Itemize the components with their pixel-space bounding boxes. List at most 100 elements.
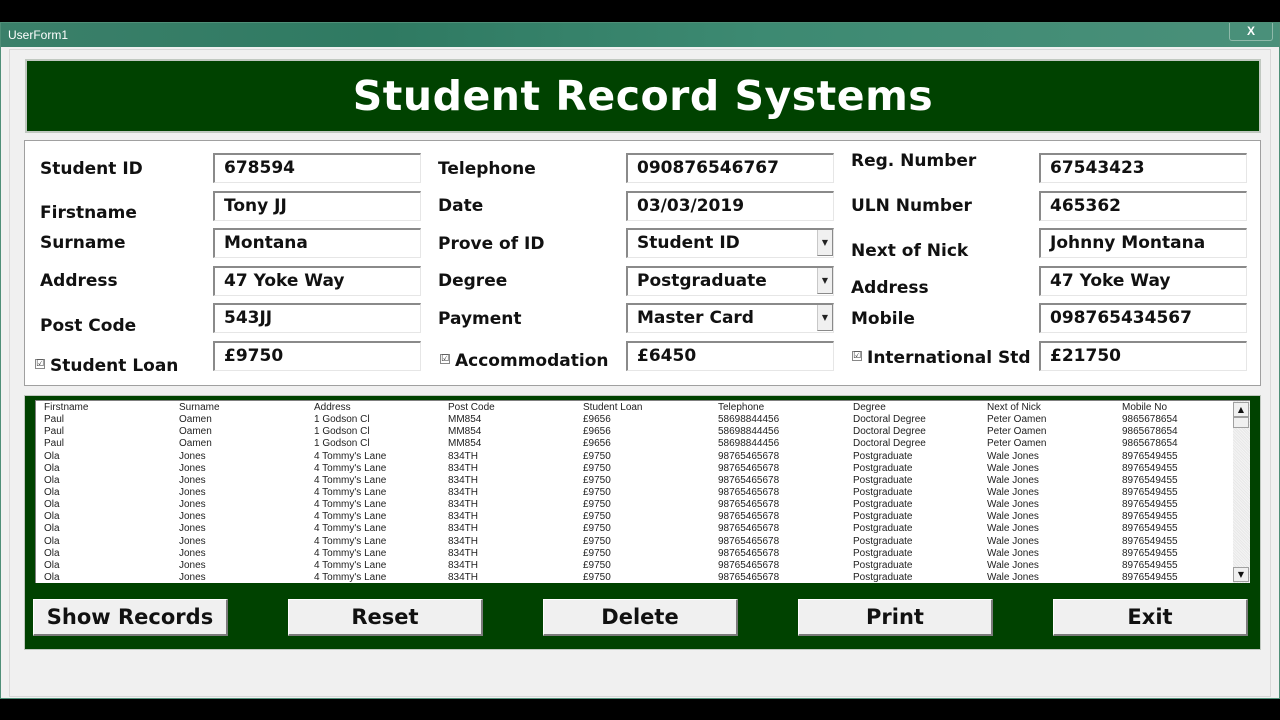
table-cell: 58698844456 (718, 414, 780, 426)
table-cell: Postgraduate (853, 523, 913, 535)
table-row[interactable]: Ola Jones 4 Tommy's Lane 834TH £9750 98765465… (44, 451, 1234, 463)
table-cell: £9750 (583, 535, 611, 547)
prove-of-id-select[interactable]: Student ID ▼ (626, 228, 834, 258)
student-id-input[interactable]: 678594 (213, 153, 421, 183)
reg-number-input[interactable]: 67543423 (1039, 153, 1247, 183)
checkbox-checked-icon[interactable]: ☑ (852, 351, 862, 361)
chevron-down-icon[interactable]: ▼ (817, 230, 833, 256)
scrollbar-thumb[interactable] (1233, 417, 1249, 428)
table-cell: Doctoral Degree (853, 426, 926, 438)
chevron-down-icon[interactable]: ▼ (817, 305, 833, 331)
table-cell: 834TH (448, 486, 479, 498)
table-row[interactable]: Paul Oamen 1 Godson Cl MM854 £9656 5869884445… (44, 438, 1234, 450)
international-std-input[interactable]: £21750 (1039, 341, 1247, 371)
table-cell: Jones (179, 511, 206, 523)
telephone-input[interactable]: 090876546767 (626, 153, 834, 183)
payment-label: Payment (438, 309, 522, 329)
table-cell: £9750 (583, 462, 611, 474)
table-cell: Postgraduate (853, 571, 913, 583)
close-icon: X (1246, 24, 1255, 38)
firstname-input[interactable]: Tony JJ (213, 191, 421, 221)
student-id-label: Student ID (40, 159, 143, 179)
date-input[interactable]: 03/03/2019 (626, 191, 834, 221)
table-row[interactable]: Ola Jones 4 Tommy's Lane 834TH £9750 98765465… (44, 548, 1234, 560)
table-row[interactable]: Ola Jones 4 Tommy's Lane 834TH £9750 98765465… (44, 463, 1234, 475)
exit-button[interactable]: Exit (1053, 599, 1248, 636)
table-cell: Postgraduate (853, 474, 913, 486)
table-cell: 834TH (448, 462, 479, 474)
show-records-button[interactable]: Show Records (33, 599, 228, 636)
date-label: Date (438, 196, 484, 216)
accommodation-input[interactable]: £6450 (626, 341, 834, 371)
column-header: Degree (853, 402, 886, 413)
uln-number-input[interactable]: 465362 (1039, 191, 1247, 221)
table-row[interactable]: Ola Jones 4 Tommy's Lane 834TH £9750 98765465… (44, 511, 1234, 523)
table-cell: Jones (179, 535, 206, 547)
table-cell: Jones (179, 486, 206, 498)
checkbox-checked-icon[interactable]: ☑ (440, 354, 450, 364)
table-cell: £9750 (583, 547, 611, 559)
student-loan-checkbox[interactable]: ☑ Student Loan (35, 356, 178, 376)
table-cell: £9750 (583, 499, 611, 511)
table-cell: 98765465678 (718, 462, 780, 474)
table-cell: 8976549455 (1122, 523, 1178, 535)
student-loan-input[interactable]: £9750 (213, 341, 421, 371)
table-cell: Wale Jones (987, 462, 1039, 474)
table-row[interactable]: Ola Jones 4 Tommy's Lane 834TH £9750 98765465… (44, 572, 1234, 583)
checkbox-checked-icon[interactable]: ☑ (35, 359, 45, 369)
table-row[interactable]: Ola Jones 4 Tommy's Lane 834TH £9750 98765465… (44, 536, 1234, 548)
uln-number-label: ULN Number (851, 196, 972, 216)
table-cell: £9656 (583, 438, 611, 450)
table-row[interactable]: Ola Jones 4 Tommy's Lane 834TH £9750 98765465… (44, 499, 1234, 511)
address-input[interactable]: 47 Yoke Way (213, 266, 421, 296)
table-cell: Wale Jones (987, 535, 1039, 547)
table-cell: £9750 (583, 523, 611, 535)
mobile-input[interactable]: 098765434567 (1039, 303, 1247, 333)
table-row[interactable]: Ola Jones 4 Tommy's Lane 834TH £9750 98765465… (44, 523, 1234, 535)
degree-select[interactable]: Postgraduate ▼ (626, 266, 834, 296)
next-of-nick-input[interactable]: Johnny Montana (1039, 228, 1247, 258)
reset-button[interactable]: Reset (288, 599, 483, 636)
accommodation-checkbox[interactable]: ☑ Accommodation (440, 351, 608, 371)
print-button[interactable]: Print (798, 599, 993, 636)
table-cell: Ola (44, 499, 60, 511)
table-cell: Postgraduate (853, 511, 913, 523)
title-bar[interactable]: UserForm1 X (1, 23, 1279, 47)
table-cell: 98765465678 (718, 523, 780, 535)
column-header: Firstname (44, 402, 89, 413)
table-cell: Postgraduate (853, 559, 913, 571)
column-header: Surname (179, 402, 220, 413)
reg-number-label: Reg. Number (851, 151, 977, 171)
table-cell: 8976549455 (1122, 486, 1178, 498)
next-of-nick-label: Next of Nick (851, 241, 969, 261)
table-cell: Wale Jones (987, 547, 1039, 559)
table-cell: 834TH (448, 511, 479, 523)
table-cell: Jones (179, 559, 206, 571)
table-row[interactable]: Paul Oamen 1 Godson Cl MM854 £9656 5869884445… (44, 426, 1234, 438)
payment-select[interactable]: Master Card ▼ (626, 303, 834, 333)
table-cell: Wale Jones (987, 499, 1039, 511)
table-cell: 4 Tommy's Lane (314, 523, 387, 535)
firstname-label: Firstname (40, 203, 137, 223)
table-row[interactable]: Paul Oamen 1 Godson Cl MM854 £9656 5869884445… (44, 414, 1234, 426)
table-cell: Wale Jones (987, 450, 1039, 462)
surname-input[interactable]: Montana (213, 228, 421, 258)
post-code-input[interactable]: 543JJ (213, 303, 421, 333)
delete-button[interactable]: Delete (543, 599, 738, 636)
chevron-down-icon[interactable]: ▼ (817, 268, 833, 294)
table-cell: 4 Tommy's Lane (314, 462, 387, 474)
close-button[interactable]: X (1229, 23, 1273, 41)
table-row[interactable]: Ola Jones 4 Tommy's Lane 834TH £9750 98765465… (44, 487, 1234, 499)
scroll-down-arrow-icon[interactable]: ▼ (1233, 567, 1249, 582)
table-cell: 8976549455 (1122, 462, 1178, 474)
vertical-scrollbar[interactable]: ▲ ▼ (1233, 401, 1250, 583)
table-cell: 98765465678 (718, 474, 780, 486)
nok-address-input[interactable]: 47 Yoke Way (1039, 266, 1247, 296)
international-std-checkbox[interactable]: ☑ International Std (852, 348, 1031, 368)
table-cell: Jones (179, 547, 206, 559)
records-listbox[interactable]: Firstname Surname Address Post Code Stud… (35, 400, 1250, 583)
table-row[interactable]: Ola Jones 4 Tommy's Lane 834TH £9750 98765465… (44, 560, 1234, 572)
prove-of-id-label: Prove of ID (438, 234, 545, 254)
scroll-up-arrow-icon[interactable]: ▲ (1233, 402, 1249, 417)
table-row[interactable]: Ola Jones 4 Tommy's Lane 834TH £9750 98765465… (44, 475, 1234, 487)
